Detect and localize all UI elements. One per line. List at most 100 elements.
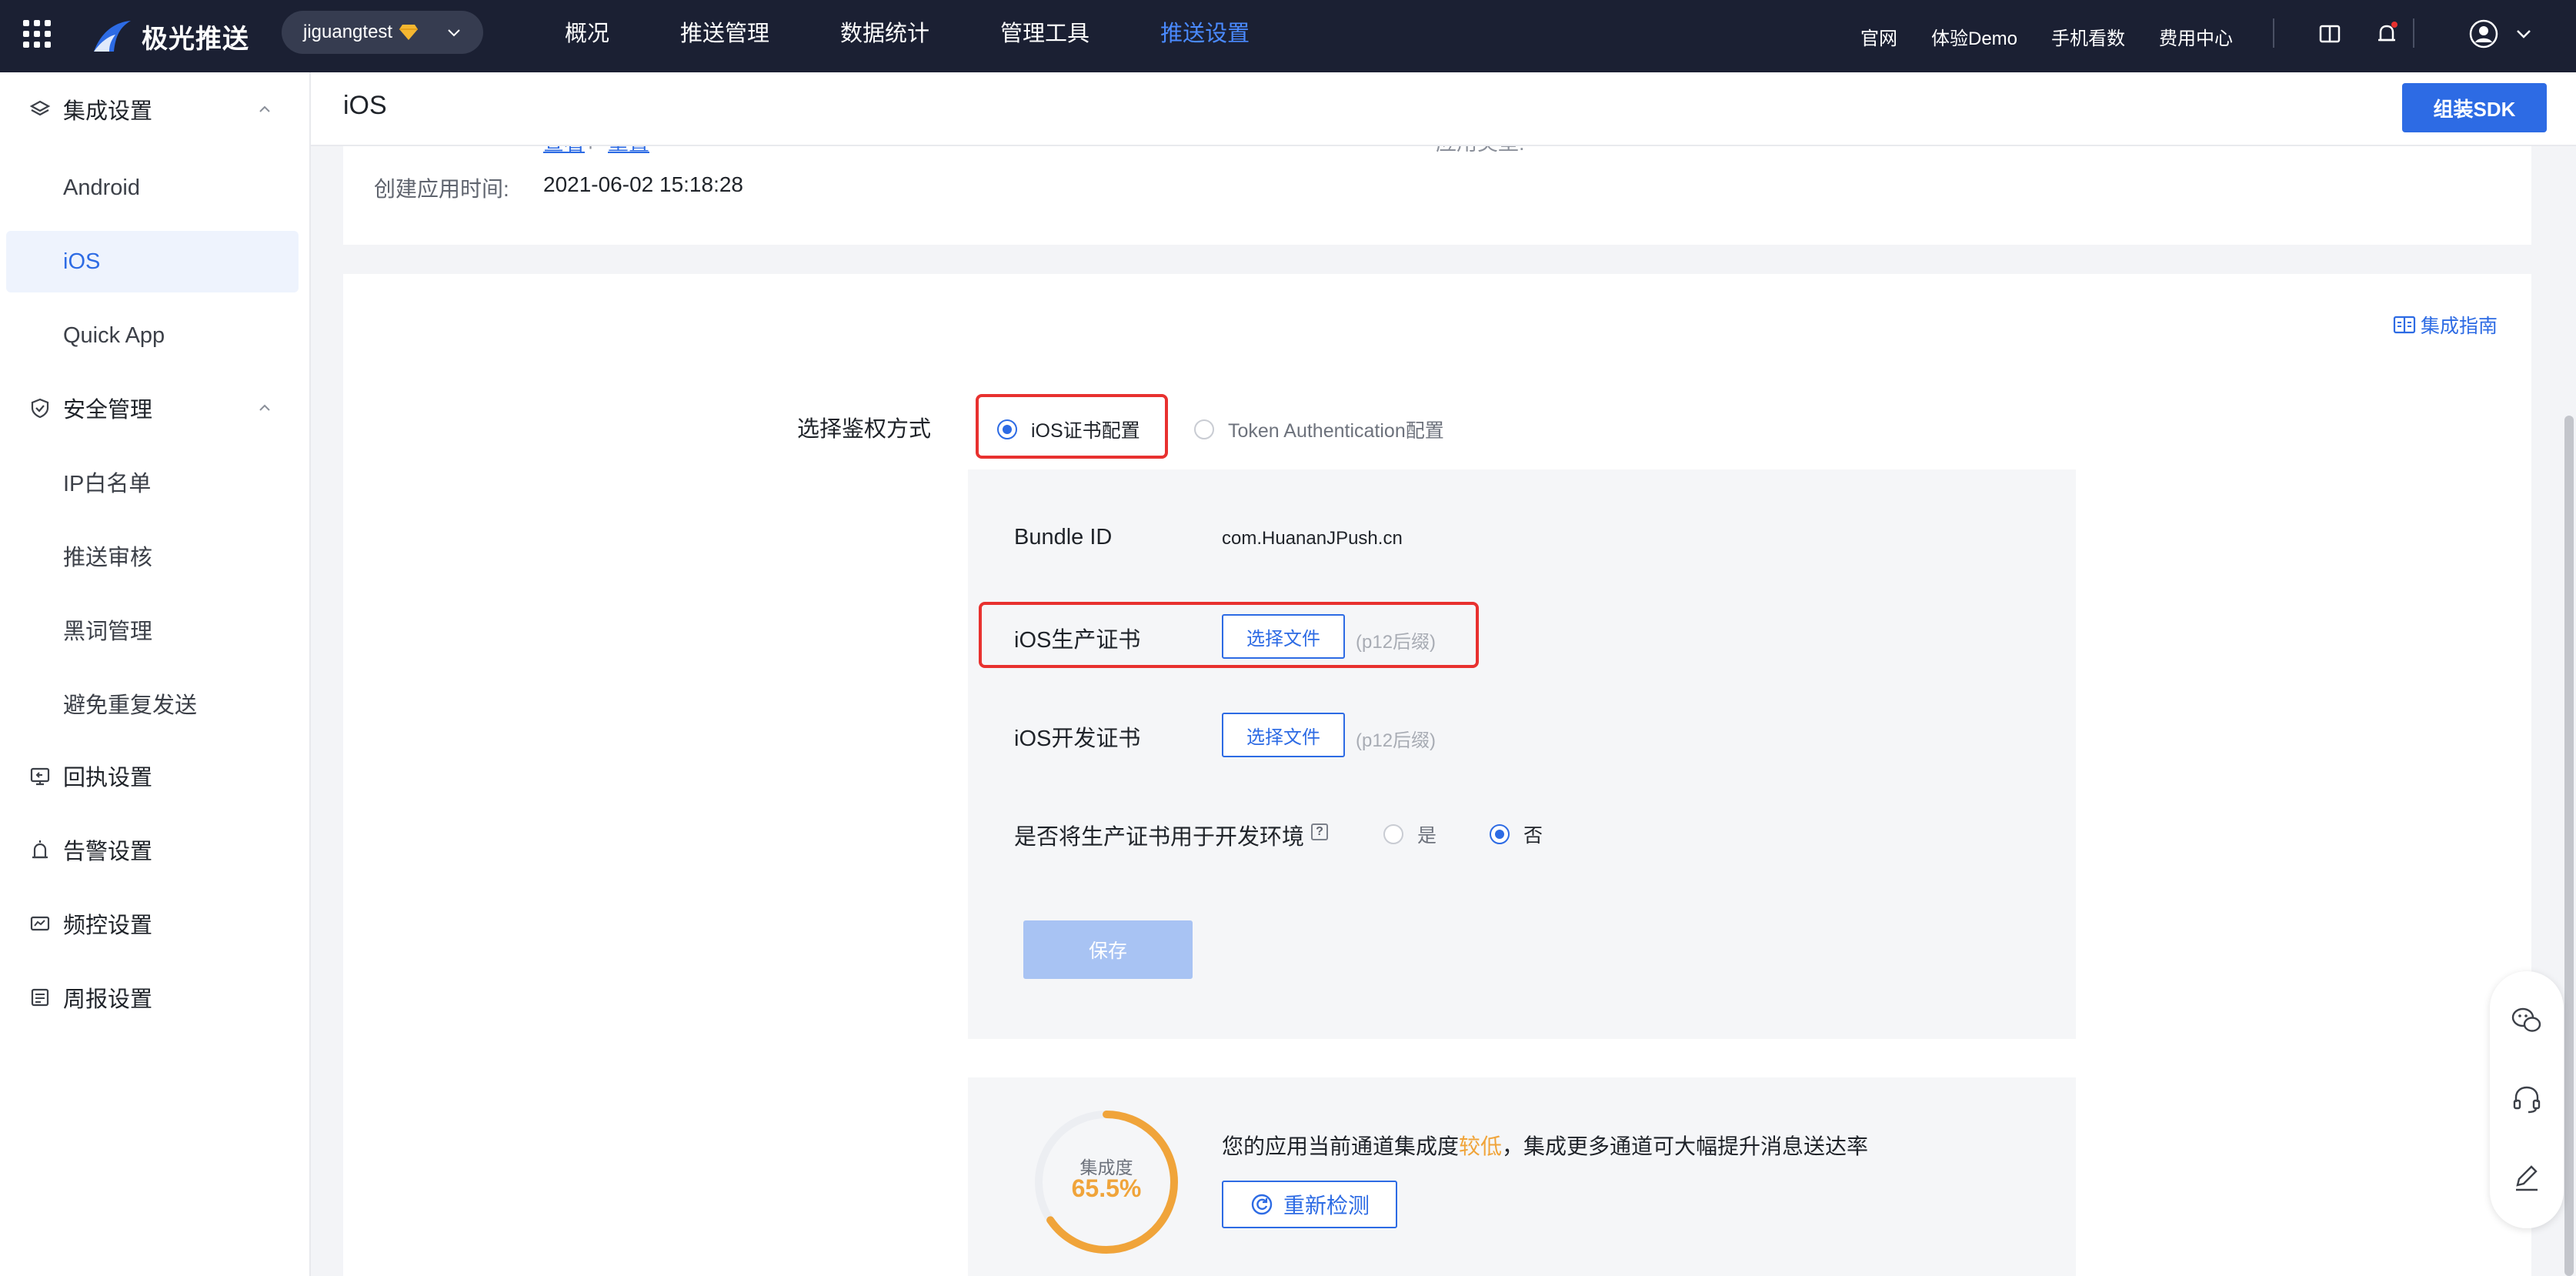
recheck-button[interactable]: 重新检测: [1222, 1181, 1397, 1228]
brand-name: 极光推送: [142, 24, 249, 54]
sidebar-item-push-review[interactable]: 推送审核: [6, 525, 299, 586]
edit-icon[interactable]: [2508, 1159, 2545, 1196]
radio-use-prod-no[interactable]: 否: [1490, 820, 1543, 848]
radio-dot: [1383, 824, 1403, 844]
radio-dot: [1490, 824, 1510, 844]
chevron-down-icon[interactable]: [2508, 18, 2539, 49]
scrollbar-thumb[interactable]: [2564, 416, 2574, 1276]
content-header: iOS 组装SDK: [311, 72, 2576, 146]
radio-ios-cert[interactable]: iOS证书配置: [997, 416, 1140, 443]
assemble-sdk-button[interactable]: 组装SDK: [2402, 83, 2547, 132]
nav-tools[interactable]: 管理工具: [1000, 0, 1089, 72]
sidebar-group-frequency[interactable]: 频控设置: [0, 887, 311, 960]
save-button[interactable]: 保存: [1023, 920, 1193, 979]
radio-label: iOS证书配置: [1031, 420, 1140, 442]
apps-grid-icon[interactable]: [23, 20, 51, 48]
sidebar-group-security[interactable]: 安全管理: [0, 371, 311, 445]
app-name: jiguangtest: [303, 22, 393, 42]
sidebar-group-label: 周报设置: [63, 987, 153, 1012]
layers-icon: [29, 100, 51, 116]
prod-cert-hint: (p12后缀): [1356, 632, 1436, 653]
utility-links: 官网 体验Demo 手机看数 费用中心: [1860, 0, 2267, 72]
alarm-icon: [32, 840, 48, 859]
link-official-site[interactable]: 官网: [1860, 23, 1897, 50]
created-time-label: 创建应用时间:: [374, 177, 509, 201]
radio-label: Token Authentication配置: [1228, 420, 1444, 442]
chevron-up-icon: [259, 105, 270, 112]
integration-score-panel: 集成度 65.5% 您的应用当前通道集成度较低，集成更多通道可大幅提升消息送达率…: [968, 1077, 2076, 1276]
link-mobile-view[interactable]: 手机看数: [2051, 23, 2125, 50]
radio-token-auth[interactable]: Token Authentication配置: [1194, 416, 1444, 443]
sidebar-group-label: 回执设置: [63, 766, 153, 790]
bundle-id-label: Bundle ID: [1014, 525, 1113, 549]
frequency-icon: [30, 916, 50, 931]
prod-cert-label: iOS生产证书: [1014, 628, 1141, 653]
sidebar: 集成设置 Android iOS Quick App 安全管理 IP白名单 推送…: [0, 72, 311, 1276]
sidebar-group-label: 安全管理: [63, 398, 153, 423]
dev-cert-choose-file-button[interactable]: 选择文件: [1222, 713, 1345, 757]
sidebar-item-blocked-words[interactable]: 黑词管理: [6, 599, 299, 660]
shield-icon: [31, 398, 49, 419]
score-message-suffix: ，集成更多通道可大幅提升消息送达率: [1502, 1134, 1869, 1158]
bell-icon[interactable]: [2371, 18, 2402, 49]
sidebar-item-quick-app[interactable]: Quick App: [6, 305, 299, 366]
sidebar-group-integration[interactable]: 集成设置: [0, 72, 311, 146]
bundle-id-value: com.HuananJPush.cn: [1222, 528, 1403, 549]
divider: [2273, 18, 2274, 48]
prod-cert-choose-file-button[interactable]: 选择文件: [1222, 614, 1345, 659]
sidebar-group-alerts[interactable]: 告警设置: [0, 813, 311, 887]
sidebar-item-ip-whitelist[interactable]: IP白名单: [6, 451, 299, 513]
sidebar-group-weekly-report[interactable]: 周报设置: [0, 960, 311, 1034]
headset-icon[interactable]: [2508, 1081, 2545, 1117]
nav-push-settings[interactable]: 推送设置: [1160, 0, 1250, 72]
main-nav: 概况 推送管理 数据统计 管理工具 推送设置: [565, 0, 1320, 72]
sidebar-group-receipt[interactable]: 回执设置: [0, 739, 311, 813]
book-icon: [2393, 316, 2416, 334]
integration-score-ring: 集成度 65.5%: [1031, 1107, 1182, 1258]
app-selector[interactable]: jiguangtest: [282, 11, 483, 54]
radio-dot: [997, 419, 1017, 439]
integration-guide-link[interactable]: 集成指南: [2393, 311, 2498, 339]
radio-label: 是: [1417, 825, 1437, 847]
floating-toolbar: [2490, 971, 2564, 1228]
divider: [2413, 18, 2414, 48]
recheck-label: 重新检测: [1283, 1194, 1370, 1218]
sidebar-group-label: 集成设置: [63, 99, 153, 124]
created-time-value: 2021-06-02 15:18:28: [543, 172, 743, 196]
score-message-prefix: 您的应用当前通道集成度: [1222, 1134, 1460, 1158]
link-billing[interactable]: 费用中心: [2159, 23, 2233, 50]
help-icon[interactable]: ?: [1311, 823, 1328, 840]
auth-method-label: 选择鉴权方式: [797, 417, 932, 442]
score-level: 较低: [1459, 1134, 1503, 1158]
chevron-up-icon: [259, 404, 270, 411]
sidebar-group-label: 告警设置: [63, 840, 153, 864]
report-icon: [31, 988, 49, 1007]
radio-use-prod-yes[interactable]: 是: [1383, 820, 1436, 848]
book-icon[interactable]: [2314, 18, 2345, 49]
top-navbar: 极光推送 jiguangtest 概况 推送管理 数据统计 管理工具 推送设置 …: [0, 0, 2576, 72]
aurora-logo-icon: [94, 21, 131, 52]
ios-config-card: 集成指南 选择鉴权方式 iOS证书配置 Token Authentication…: [343, 274, 2531, 1276]
radio-label: 否: [1523, 825, 1543, 847]
score-message: 您的应用当前通道集成度较低，集成更多通道可大幅提升消息送达率: [1222, 1130, 1868, 1161]
link-demo[interactable]: 体验Demo: [1931, 23, 2017, 50]
sidebar-item-ios[interactable]: iOS: [6, 231, 299, 292]
app-info-card: Master Secret: 查看 | 重置 应用类型: 创建应用时间: 202…: [343, 126, 2531, 245]
use-prod-for-dev-label: 是否将生产证书用于开发环境: [1014, 825, 1305, 850]
sidebar-item-android[interactable]: Android: [6, 157, 299, 219]
radio-dot: [1194, 419, 1214, 439]
refresh-icon: [1251, 1194, 1273, 1215]
sidebar-group-label: 频控设置: [63, 914, 153, 938]
user-avatar-icon[interactable]: [2468, 18, 2499, 49]
sidebar-item-dedup-send[interactable]: 避免重复发送: [6, 673, 299, 734]
brand-logo[interactable]: 极光推送: [92, 14, 249, 58]
score-value: 65.5%: [1071, 1174, 1142, 1202]
receipt-icon: [30, 767, 50, 786]
nav-overview[interactable]: 概况: [565, 0, 609, 72]
chevron-down-icon: [448, 29, 460, 37]
guide-label: 集成指南: [2421, 316, 2498, 337]
nav-push-management[interactable]: 推送管理: [680, 0, 769, 72]
nav-statistics[interactable]: 数据统计: [840, 0, 929, 72]
dev-cert-hint: (p12后缀): [1356, 730, 1436, 751]
wechat-icon[interactable]: [2508, 1002, 2545, 1039]
